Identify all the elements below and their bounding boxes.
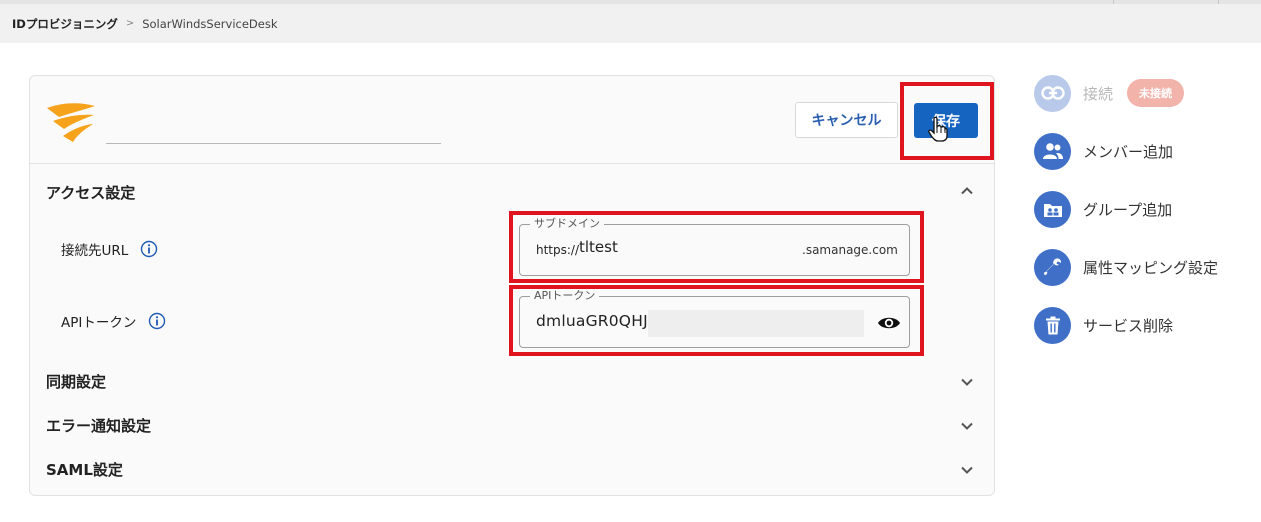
breadcrumb: IDプロビジョニング > SolarWindsServiceDesk xyxy=(0,4,1261,43)
wrench-icon xyxy=(1034,248,1071,286)
add-group-label: グループ追加 xyxy=(1083,200,1173,219)
info-icon[interactable] xyxy=(140,240,158,258)
delete-service-action[interactable]: サービス削除 xyxy=(1034,306,1173,344)
section-saml-title[interactable]: SAML設定 xyxy=(46,459,123,480)
service-name-input[interactable] xyxy=(106,106,441,144)
chevron-down-icon[interactable] xyxy=(959,374,975,390)
attribute-mapping-action[interactable]: 属性マッピング設定 xyxy=(1034,248,1218,286)
highlight-box xyxy=(509,211,924,283)
add-member-label: メンバー追加 xyxy=(1083,142,1174,161)
solarwinds-logo-icon xyxy=(47,103,95,142)
delete-service-label: サービス削除 xyxy=(1083,316,1174,335)
card-header: キャンセル 保存 xyxy=(30,76,994,164)
group-icon xyxy=(1034,190,1071,228)
attribute-mapping-label: 属性マッピング設定 xyxy=(1083,258,1219,277)
add-member-action[interactable]: メンバー追加 xyxy=(1034,132,1173,170)
url-label-text: 接続先URL xyxy=(61,243,129,259)
breadcrumb-root[interactable]: IDプロビジョニング xyxy=(12,16,118,32)
highlight-box xyxy=(900,82,994,160)
breadcrumb-separator: > xyxy=(125,18,135,29)
token-label: APIトークン xyxy=(61,311,166,331)
section-access-title[interactable]: アクセス設定 xyxy=(46,182,135,203)
section-sync-title[interactable]: 同期設定 xyxy=(46,371,106,392)
connect-action[interactable]: 接続 未接続 xyxy=(1034,74,1185,112)
highlight-box xyxy=(509,285,924,356)
connect-label: 接続 xyxy=(1083,84,1114,103)
token-label-text: APIトークン xyxy=(61,315,137,331)
info-icon[interactable] xyxy=(148,312,166,330)
chevron-down-icon[interactable] xyxy=(959,418,975,434)
link-icon xyxy=(1034,74,1071,112)
chevron-up-icon[interactable] xyxy=(959,183,975,199)
users-icon xyxy=(1034,132,1071,170)
trash-icon xyxy=(1034,306,1071,344)
url-label: 接続先URL xyxy=(61,239,158,259)
status-badge: 未接続 xyxy=(1127,79,1185,107)
section-error-title[interactable]: エラー通知設定 xyxy=(46,415,151,436)
chevron-down-icon[interactable] xyxy=(959,462,975,478)
breadcrumb-current: SolarWindsServiceDesk xyxy=(142,16,278,31)
cancel-button[interactable]: キャンセル xyxy=(795,102,898,138)
add-group-action[interactable]: グループ追加 xyxy=(1034,190,1172,228)
